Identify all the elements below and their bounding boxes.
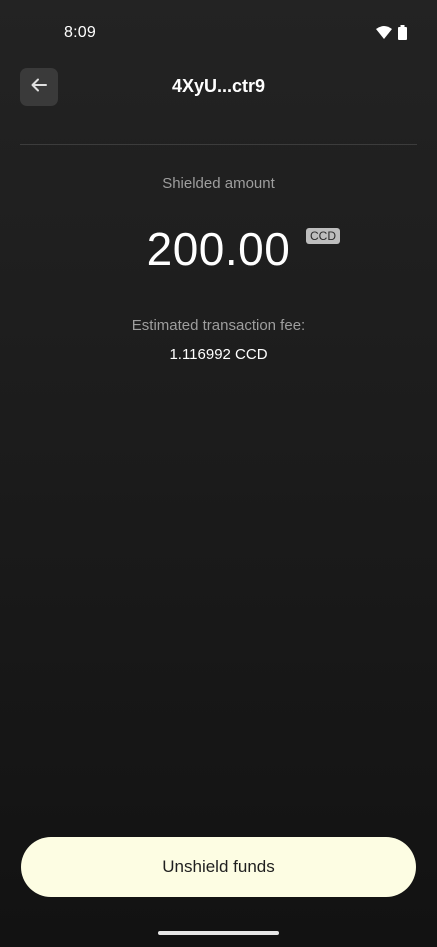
- header-divider: [20, 144, 417, 145]
- amount-row: 200.00: [0, 222, 437, 276]
- home-indicator[interactable]: [158, 931, 279, 935]
- battery-icon: [398, 25, 407, 45]
- shielded-amount-label: Shielded amount: [162, 175, 275, 192]
- status-bar: 8:09: [0, 0, 437, 66]
- status-icons: [376, 25, 407, 45]
- header: 4XyU...ctr9: [0, 66, 437, 146]
- wifi-icon: [376, 26, 392, 44]
- shielded-amount-value: 200.00: [146, 223, 291, 275]
- status-time: 8:09: [64, 24, 96, 41]
- fee-value: 1.116992 CCD: [169, 346, 268, 363]
- unshield-funds-label: Unshield funds: [162, 857, 275, 876]
- currency-badge: CCD: [306, 228, 340, 244]
- page-title: 4XyU...ctr9: [171, 76, 266, 96]
- fee-label: Estimated transaction fee:: [131, 317, 306, 334]
- unshield-funds-button[interactable]: Unshield funds: [21, 837, 416, 897]
